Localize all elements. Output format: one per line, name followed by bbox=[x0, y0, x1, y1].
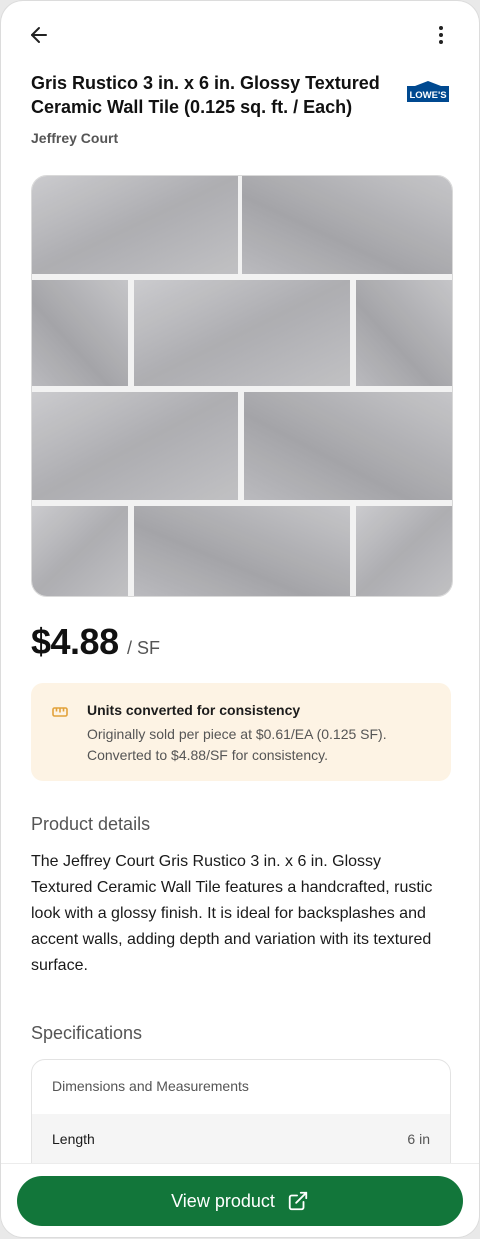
product-details-heading: Product details bbox=[31, 814, 151, 834]
brand-name: Jeffrey Court bbox=[31, 130, 119, 146]
product-detail-screen: Gris Rustico 3 in. x 6 in. Glossy Textur… bbox=[1, 1, 479, 1237]
notice-title: Units converted for consistency bbox=[87, 702, 301, 718]
spec-row-length: Length 6 in bbox=[32, 1114, 450, 1166]
lowes-logo: LOWE'S bbox=[407, 81, 449, 102]
unit-conversion-notice: Units converted for consistency Original… bbox=[31, 683, 451, 781]
price-unit: / SF bbox=[127, 638, 161, 658]
product-image bbox=[31, 175, 453, 597]
view-product-label: View product bbox=[171, 1190, 275, 1211]
price-amount: $4.88 bbox=[31, 621, 119, 662]
product-details-text: The Jeffrey Court Gris Rustico 3 in. x 6… bbox=[31, 853, 433, 974]
tile-image bbox=[32, 176, 452, 596]
view-product-button[interactable]: View product bbox=[17, 1176, 463, 1226]
spec-label: Length bbox=[52, 1131, 95, 1147]
top-bar bbox=[1, 1, 479, 69]
external-link-icon bbox=[288, 1191, 308, 1211]
arrow-left-icon[interactable] bbox=[27, 23, 51, 47]
notice-body: Originally sold per piece at $0.61/EA (0… bbox=[87, 726, 387, 763]
price: $4.88 / SF bbox=[31, 621, 160, 663]
product-title: Gris Rustico 3 in. x 6 in. Glossy Textur… bbox=[31, 73, 380, 117]
footer-bar: View product bbox=[1, 1163, 479, 1237]
lowes-logo-text: LOWE'S bbox=[409, 90, 446, 101]
ruler-icon bbox=[52, 707, 68, 717]
specifications-heading: Specifications bbox=[31, 1023, 143, 1043]
more-vertical-icon[interactable] bbox=[429, 23, 453, 47]
spec-value: 6 in bbox=[407, 1131, 430, 1147]
spec-group-title: Dimensions and Measurements bbox=[52, 1078, 249, 1094]
